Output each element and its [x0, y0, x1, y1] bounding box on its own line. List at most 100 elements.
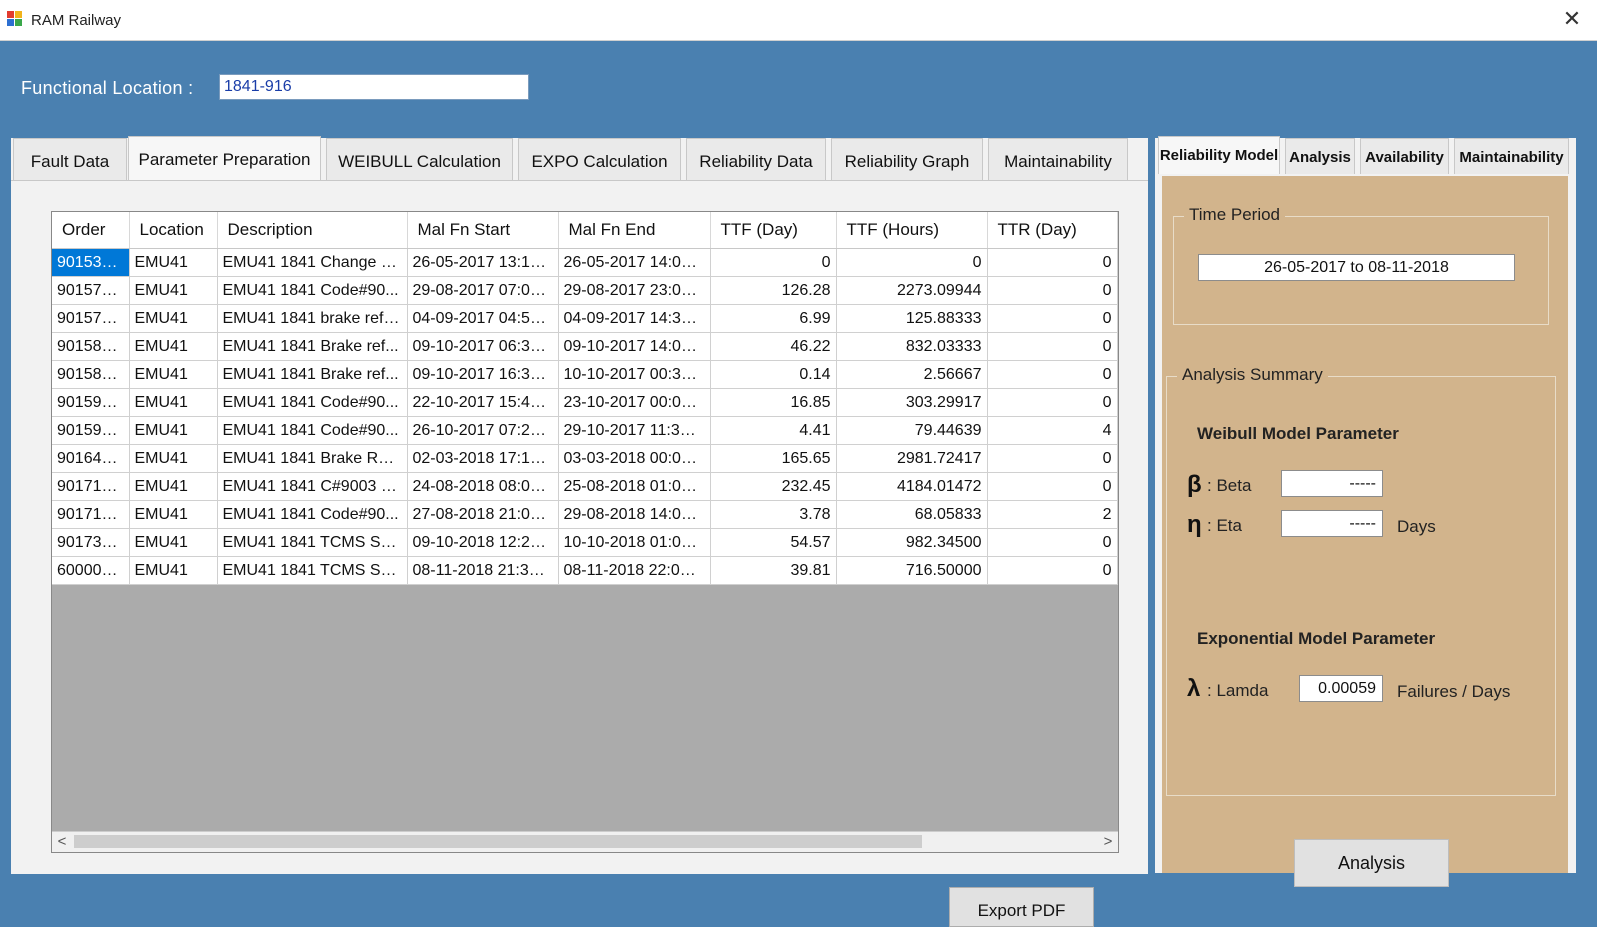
- column-header-ttr-day[interactable]: TTR (Day): [987, 212, 1118, 249]
- cell-order[interactable]: 901731...: [52, 528, 130, 557]
- cell-mal-fn-end[interactable]: 03-03-2018 00:00:...: [558, 444, 711, 473]
- tab-availability[interactable]: Availability: [1360, 138, 1449, 174]
- table-row[interactable]: 901714... EMU41 EMU41 1841 Code#90... 27-08…: [52, 500, 1118, 529]
- cell-mal-fn-start[interactable]: 09-10-2017 16:34:...: [407, 360, 559, 389]
- column-header-location[interactable]: Location: [129, 212, 218, 249]
- cell-mal-fn-end[interactable]: 29-08-2018 14:00:...: [558, 500, 711, 529]
- tab-maintainability[interactable]: Maintainability: [988, 138, 1128, 180]
- export-pdf-button[interactable]: Export PDF: [949, 887, 1094, 927]
- cell-ttf-day[interactable]: 46.22: [710, 332, 837, 361]
- cell-location[interactable]: EMU41: [129, 528, 218, 557]
- cell-ttr-day[interactable]: 0: [987, 472, 1118, 501]
- analysis-button[interactable]: Analysis: [1294, 839, 1449, 887]
- cell-ttf-hours[interactable]: 832.03333: [836, 332, 988, 361]
- cell-ttr-day[interactable]: 0: [987, 304, 1118, 333]
- cell-mal-fn-end[interactable]: 29-10-2017 11:30:...: [558, 416, 711, 445]
- horizontal-scrollbar[interactable]: < >: [52, 831, 1118, 852]
- cell-ttf-day[interactable]: 0.14: [710, 360, 837, 389]
- tab-fault-data[interactable]: Fault Data: [13, 138, 127, 180]
- table-row[interactable]: 600001... EMU41 EMU41 1841 TCMS Sh... 08-11…: [52, 556, 1118, 585]
- table-row[interactable]: 901593... EMU41 EMU41 1841 Code#90... 22-10…: [52, 388, 1118, 417]
- cell-ttf-hours[interactable]: 125.88333: [836, 304, 988, 333]
- table-row[interactable]: 901572... EMU41 EMU41 1841 brake refe... 04…: [52, 304, 1118, 333]
- cell-location[interactable]: EMU41: [129, 472, 218, 501]
- cell-description[interactable]: EMU41 1841 Brake Ref...: [217, 444, 408, 473]
- scroll-right-icon[interactable]: >: [1098, 832, 1118, 852]
- tab-parameter-preparation[interactable]: Parameter Preparation: [128, 136, 321, 180]
- tab-reliability-model[interactable]: Reliability Model: [1158, 136, 1280, 174]
- cell-mal-fn-start[interactable]: 09-10-2017 06:32:...: [407, 332, 559, 361]
- cell-ttr-day[interactable]: 0: [987, 388, 1118, 417]
- cell-location[interactable]: EMU41: [129, 360, 218, 389]
- cell-ttr-day[interactable]: 0: [987, 332, 1118, 361]
- column-header-description[interactable]: Description: [217, 212, 408, 249]
- cell-ttr-day[interactable]: 0: [987, 528, 1118, 557]
- cell-description[interactable]: EMU41 1841 Code#90...: [217, 276, 408, 305]
- cell-description[interactable]: EMU41 1841 C#9003 B...: [217, 472, 408, 501]
- cell-ttf-hours[interactable]: 2.56667: [836, 360, 988, 389]
- cell-ttf-hours[interactable]: 716.50000: [836, 556, 988, 585]
- table-row[interactable]: 901587... EMU41 EMU41 1841 Brake ref... 09-…: [52, 332, 1118, 361]
- cell-mal-fn-start[interactable]: 09-10-2018 12:20:...: [407, 528, 559, 557]
- cell-ttf-hours[interactable]: 0: [836, 248, 988, 277]
- lamda-value-field[interactable]: 0.00059: [1299, 675, 1383, 702]
- cell-mal-fn-start[interactable]: 02-03-2018 17:13:...: [407, 444, 559, 473]
- cell-ttr-day[interactable]: 0: [987, 556, 1118, 585]
- cell-description[interactable]: EMU41 1841 brake refe...: [217, 304, 408, 333]
- close-icon[interactable]: ✕: [1557, 4, 1587, 34]
- column-header-order[interactable]: Order: [52, 212, 130, 249]
- tab-reliability-graph[interactable]: Reliability Graph: [831, 138, 983, 180]
- cell-mal-fn-start[interactable]: 26-10-2017 07:26:...: [407, 416, 559, 445]
- scroll-thumb[interactable]: [74, 835, 922, 848]
- table-row[interactable]: 901587... EMU41 EMU41 1841 Brake ref... 09-…: [52, 360, 1118, 389]
- cell-ttr-day[interactable]: 0: [987, 360, 1118, 389]
- column-header-ttf-hours[interactable]: TTF (Hours): [836, 212, 988, 249]
- cell-ttr-day[interactable]: 0: [987, 276, 1118, 305]
- table-row[interactable]: 901594... EMU41 EMU41 1841 Code#90... 26-10…: [52, 416, 1118, 445]
- cell-location[interactable]: EMU41: [129, 248, 218, 277]
- column-header-mal-fn-end[interactable]: Mal Fn End: [558, 212, 711, 249]
- cell-mal-fn-end[interactable]: 23-10-2017 00:00:...: [558, 388, 711, 417]
- cell-ttf-day[interactable]: 39.81: [710, 556, 837, 585]
- cell-description[interactable]: EMU41 1841 Change E...: [217, 248, 408, 277]
- tab-maintainability-right[interactable]: Maintainability: [1454, 138, 1569, 174]
- cell-mal-fn-end[interactable]: 04-09-2017 14:30:...: [558, 304, 711, 333]
- cell-mal-fn-end[interactable]: 29-08-2017 23:00:...: [558, 276, 711, 305]
- cell-location[interactable]: EMU41: [129, 388, 218, 417]
- cell-location[interactable]: EMU41: [129, 500, 218, 529]
- cell-mal-fn-start[interactable]: 08-11-2018 21:30:...: [407, 556, 559, 585]
- cell-mal-fn-end[interactable]: 10-10-2018 01:00:...: [558, 528, 711, 557]
- cell-description[interactable]: EMU41 1841 Brake ref...: [217, 360, 408, 389]
- cell-mal-fn-end[interactable]: 08-11-2018 22:00:...: [558, 556, 711, 585]
- cell-ttf-day[interactable]: 54.57: [710, 528, 837, 557]
- functional-location-input[interactable]: [219, 74, 529, 100]
- cell-location[interactable]: EMU41: [129, 304, 218, 333]
- cell-ttf-day[interactable]: 0: [710, 248, 837, 277]
- cell-ttr-day[interactable]: 0: [987, 444, 1118, 473]
- cell-order[interactable]: 600001...: [52, 556, 130, 585]
- cell-ttf-day[interactable]: 4.41: [710, 416, 837, 445]
- cell-ttr-day[interactable]: 4: [987, 416, 1118, 445]
- cell-order[interactable]: 901533...: [52, 248, 130, 277]
- cell-order[interactable]: 901594...: [52, 416, 130, 445]
- cell-ttf-hours[interactable]: 2981.72417: [836, 444, 988, 473]
- tab-expo-calculation[interactable]: EXPO Calculation: [518, 138, 681, 180]
- cell-mal-fn-start[interactable]: 26-05-2017 13:17:...: [407, 248, 559, 277]
- cell-mal-fn-start[interactable]: 04-09-2017 04:53:...: [407, 304, 559, 333]
- column-header-mal-fn-start[interactable]: Mal Fn Start: [407, 212, 559, 249]
- cell-mal-fn-start[interactable]: 27-08-2018 21:03:...: [407, 500, 559, 529]
- cell-ttf-hours[interactable]: 68.05833: [836, 500, 988, 529]
- cell-description[interactable]: EMU41 1841 Code#90...: [217, 416, 408, 445]
- cell-ttf-hours[interactable]: 303.29917: [836, 388, 988, 417]
- cell-ttr-day[interactable]: 0: [987, 248, 1118, 277]
- cell-ttf-day[interactable]: 6.99: [710, 304, 837, 333]
- cell-mal-fn-end[interactable]: 10-10-2017 00:30:...: [558, 360, 711, 389]
- cell-description[interactable]: EMU41 1841 TCMS Sh...: [217, 528, 408, 557]
- cell-location[interactable]: EMU41: [129, 556, 218, 585]
- cell-order[interactable]: 901593...: [52, 388, 130, 417]
- cell-ttf-day[interactable]: 165.65: [710, 444, 837, 473]
- cell-mal-fn-end[interactable]: 26-05-2017 14:00:...: [558, 248, 711, 277]
- cell-order[interactable]: 901642...: [52, 444, 130, 473]
- cell-description[interactable]: EMU41 1841 Brake ref...: [217, 332, 408, 361]
- cell-mal-fn-end[interactable]: 25-08-2018 01:00:...: [558, 472, 711, 501]
